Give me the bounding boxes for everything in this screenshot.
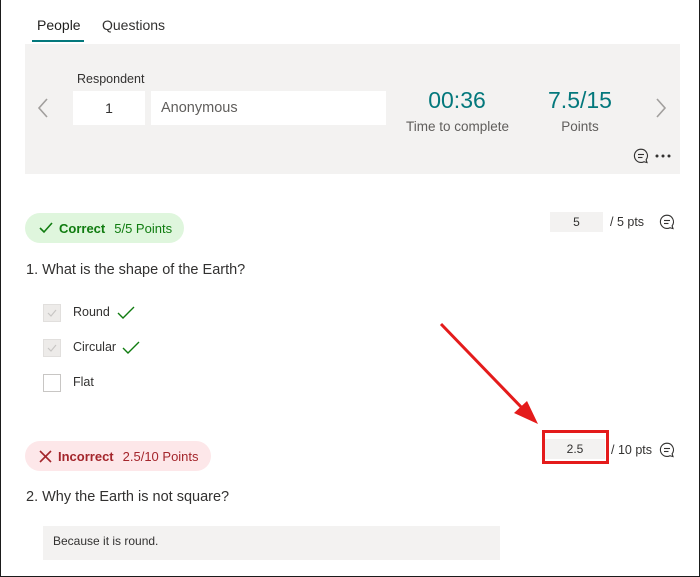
checkbox-check-icon [47,344,57,352]
status-badge-correct: Correct 5/5 Points [25,213,185,243]
status-points: 5/5 Points [114,220,173,236]
chevron-left-icon[interactable] [36,97,50,119]
time-to-complete-label: Time to complete [405,119,510,134]
status-text: Incorrect [58,448,114,464]
comment-icon[interactable] [658,441,676,459]
respondent-number-input[interactable]: 1 [73,91,145,125]
time-to-complete-value: 00:36 [428,87,486,113]
comment-icon[interactable] [658,213,676,231]
tab-questions[interactable]: Questions [102,17,165,33]
option-checkbox[interactable] [43,374,61,392]
close-icon [39,449,52,463]
respondent-name-field: Anonymous [151,91,386,125]
option-label: Circular [73,340,117,354]
tab-people[interactable]: People [37,17,81,33]
score-input[interactable]: 5 [550,212,603,232]
question-text: 2. Why the Earth is not square? [26,489,230,505]
status-text: Correct [59,220,106,236]
comment-icon[interactable] [632,147,650,165]
score-total: / 10 pts [611,443,652,457]
respondent-label: Respondent [77,72,145,86]
active-tab-indicator [32,40,84,42]
score-total: / 5 pts [610,215,645,229]
annotation-highlight-box [542,430,609,464]
question-text: 1. What is the shape of the Earth? [26,262,246,278]
correct-answer-checkmark-icon [122,341,140,354]
option-checkbox[interactable] [43,304,61,322]
points-value: 7.5/15 [548,87,612,113]
chevron-right-icon[interactable] [654,97,668,119]
correct-answer-checkmark-icon [117,306,135,319]
option-checkbox[interactable] [43,339,61,357]
status-badge-incorrect: Incorrect 2.5/10 Points [25,441,211,471]
status-points: 2.5/10 Points [122,448,199,464]
option-label: Flat [73,375,94,389]
points-label: Points [561,119,599,134]
option-label: Round [73,305,110,319]
more-icon[interactable] [654,150,672,162]
checkmark-icon [39,222,53,234]
text-answer-field: Because it is round. [43,526,500,560]
checkbox-check-icon [47,309,57,317]
